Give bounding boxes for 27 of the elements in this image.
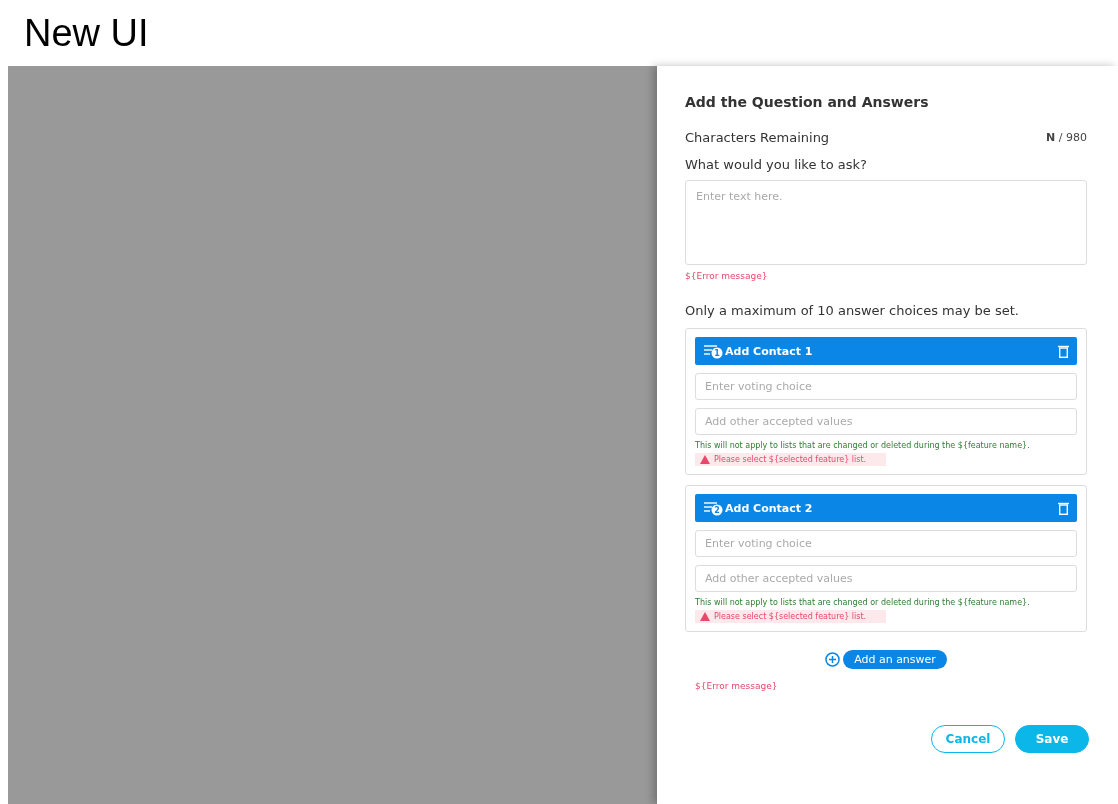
question-field[interactable]: Enter text here. bbox=[685, 180, 1087, 265]
characters-label: Characters Remaining bbox=[685, 130, 830, 145]
answer-title: Add Contact 2 bbox=[725, 501, 814, 515]
error-message: ${Error message} bbox=[695, 681, 779, 691]
warning-icon bbox=[700, 455, 710, 464]
warning-icon bbox=[700, 612, 710, 621]
panel-title: Add the Question and Answers bbox=[685, 94, 930, 110]
accepted-values-field[interactable]: Add other accepted values bbox=[695, 565, 1077, 592]
save-button[interactable]: Save bbox=[1015, 725, 1089, 753]
delete-icon[interactable] bbox=[1058, 344, 1069, 358]
error-message: ${Error message} bbox=[685, 271, 769, 281]
warning-text: Please select ${selected feature} list. bbox=[714, 612, 867, 621]
voting-choice-field[interactable]: Enter voting choice bbox=[695, 530, 1077, 557]
warning-text: Please select ${selected feature} list. bbox=[714, 455, 867, 464]
cancel-button[interactable]: Cancel bbox=[931, 725, 1005, 753]
add-answer-button[interactable]: Add an answer bbox=[843, 650, 947, 669]
add-icon[interactable] bbox=[825, 652, 841, 667]
voting-choice-field[interactable]: Enter voting choice bbox=[695, 373, 1077, 400]
hint-text: This will not apply to lists that are changed or deleted during the ${feature name}. bbox=[695, 441, 1031, 450]
question-label: What would you like to ask? bbox=[685, 157, 868, 172]
accepted-values-field[interactable]: Add other accepted values bbox=[695, 408, 1077, 435]
delete-icon[interactable] bbox=[1058, 501, 1069, 515]
answer-title: Add Contact 1 bbox=[725, 344, 814, 358]
page-title: New UI bbox=[23, 11, 150, 56]
character-count: N / 980 bbox=[1046, 131, 1087, 144]
hint-text: This will not apply to lists that are changed or deleted during the ${feature name}. bbox=[695, 598, 1031, 607]
max-answers-note: Only a maximum of 10 answer choices may be set. bbox=[685, 303, 1020, 318]
